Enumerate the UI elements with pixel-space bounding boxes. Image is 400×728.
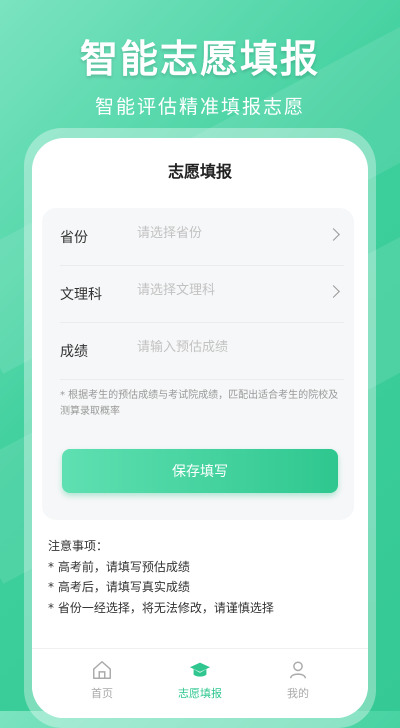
chevron-right-icon[interactable]	[327, 285, 340, 298]
tab-profile[interactable]: 我的	[258, 659, 338, 701]
tab-home-label: 首页	[91, 687, 113, 700]
tab-application-label: 志愿填报	[178, 687, 222, 700]
hero-subtitle: 智能评估精准填报志愿	[94, 96, 305, 118]
tab-profile-label: 我的	[287, 687, 309, 700]
save-button[interactable]: 保存填写	[62, 449, 338, 493]
form-note: * 根据考生的预估成绩与考试院成绩，匹配出适合考生的院校及测算录取概率	[60, 390, 339, 417]
form-card: 省份 文理科 成绩 * 根据考生的预估成绩与考试院成绩，匹配出适合考生的院校及测…	[42, 208, 354, 520]
province-select[interactable]	[135, 225, 319, 242]
notice-item: * 高考后，请填写真实成绩	[48, 580, 190, 594]
phone-screen: 志愿填报 省份 文理科 成绩 * 根据考生的预估成绩与考试院成绩，匹配出适合考生…	[32, 138, 368, 718]
notice-item: * 省份一经选择，将无法修改，请谨慎选择	[48, 600, 274, 615]
notice-section: 注意事项： * 高考前，请填写预估成绩 * 高考后，请填写真实成绩 * 省份一经…	[48, 536, 348, 618]
subject-select[interactable]	[135, 282, 319, 299]
page-title: 志愿填报	[167, 162, 232, 181]
tab-home[interactable]: 首页	[62, 659, 142, 701]
province-label: 省份	[60, 230, 88, 246]
notice-heading: 注意事项：	[48, 539, 109, 553]
score-row: 成绩	[60, 322, 344, 380]
tab-bar: 首页 志愿填报 我的	[32, 648, 368, 718]
home-icon	[93, 661, 111, 679]
graduation-cap-icon	[189, 662, 211, 677]
notice-item: * 高考前，请填写预估成绩	[48, 559, 190, 574]
hero-title: 智能志愿填报	[79, 37, 320, 81]
province-row[interactable]: 省份	[60, 208, 344, 266]
tab-application[interactable]: 志愿填报	[160, 659, 240, 701]
user-icon	[289, 661, 307, 679]
chevron-right-icon[interactable]	[327, 228, 340, 241]
subject-label: 文理科	[60, 287, 102, 303]
score-label: 成绩	[60, 344, 88, 360]
subject-row[interactable]: 文理科	[60, 265, 344, 323]
score-input[interactable]	[135, 339, 319, 356]
